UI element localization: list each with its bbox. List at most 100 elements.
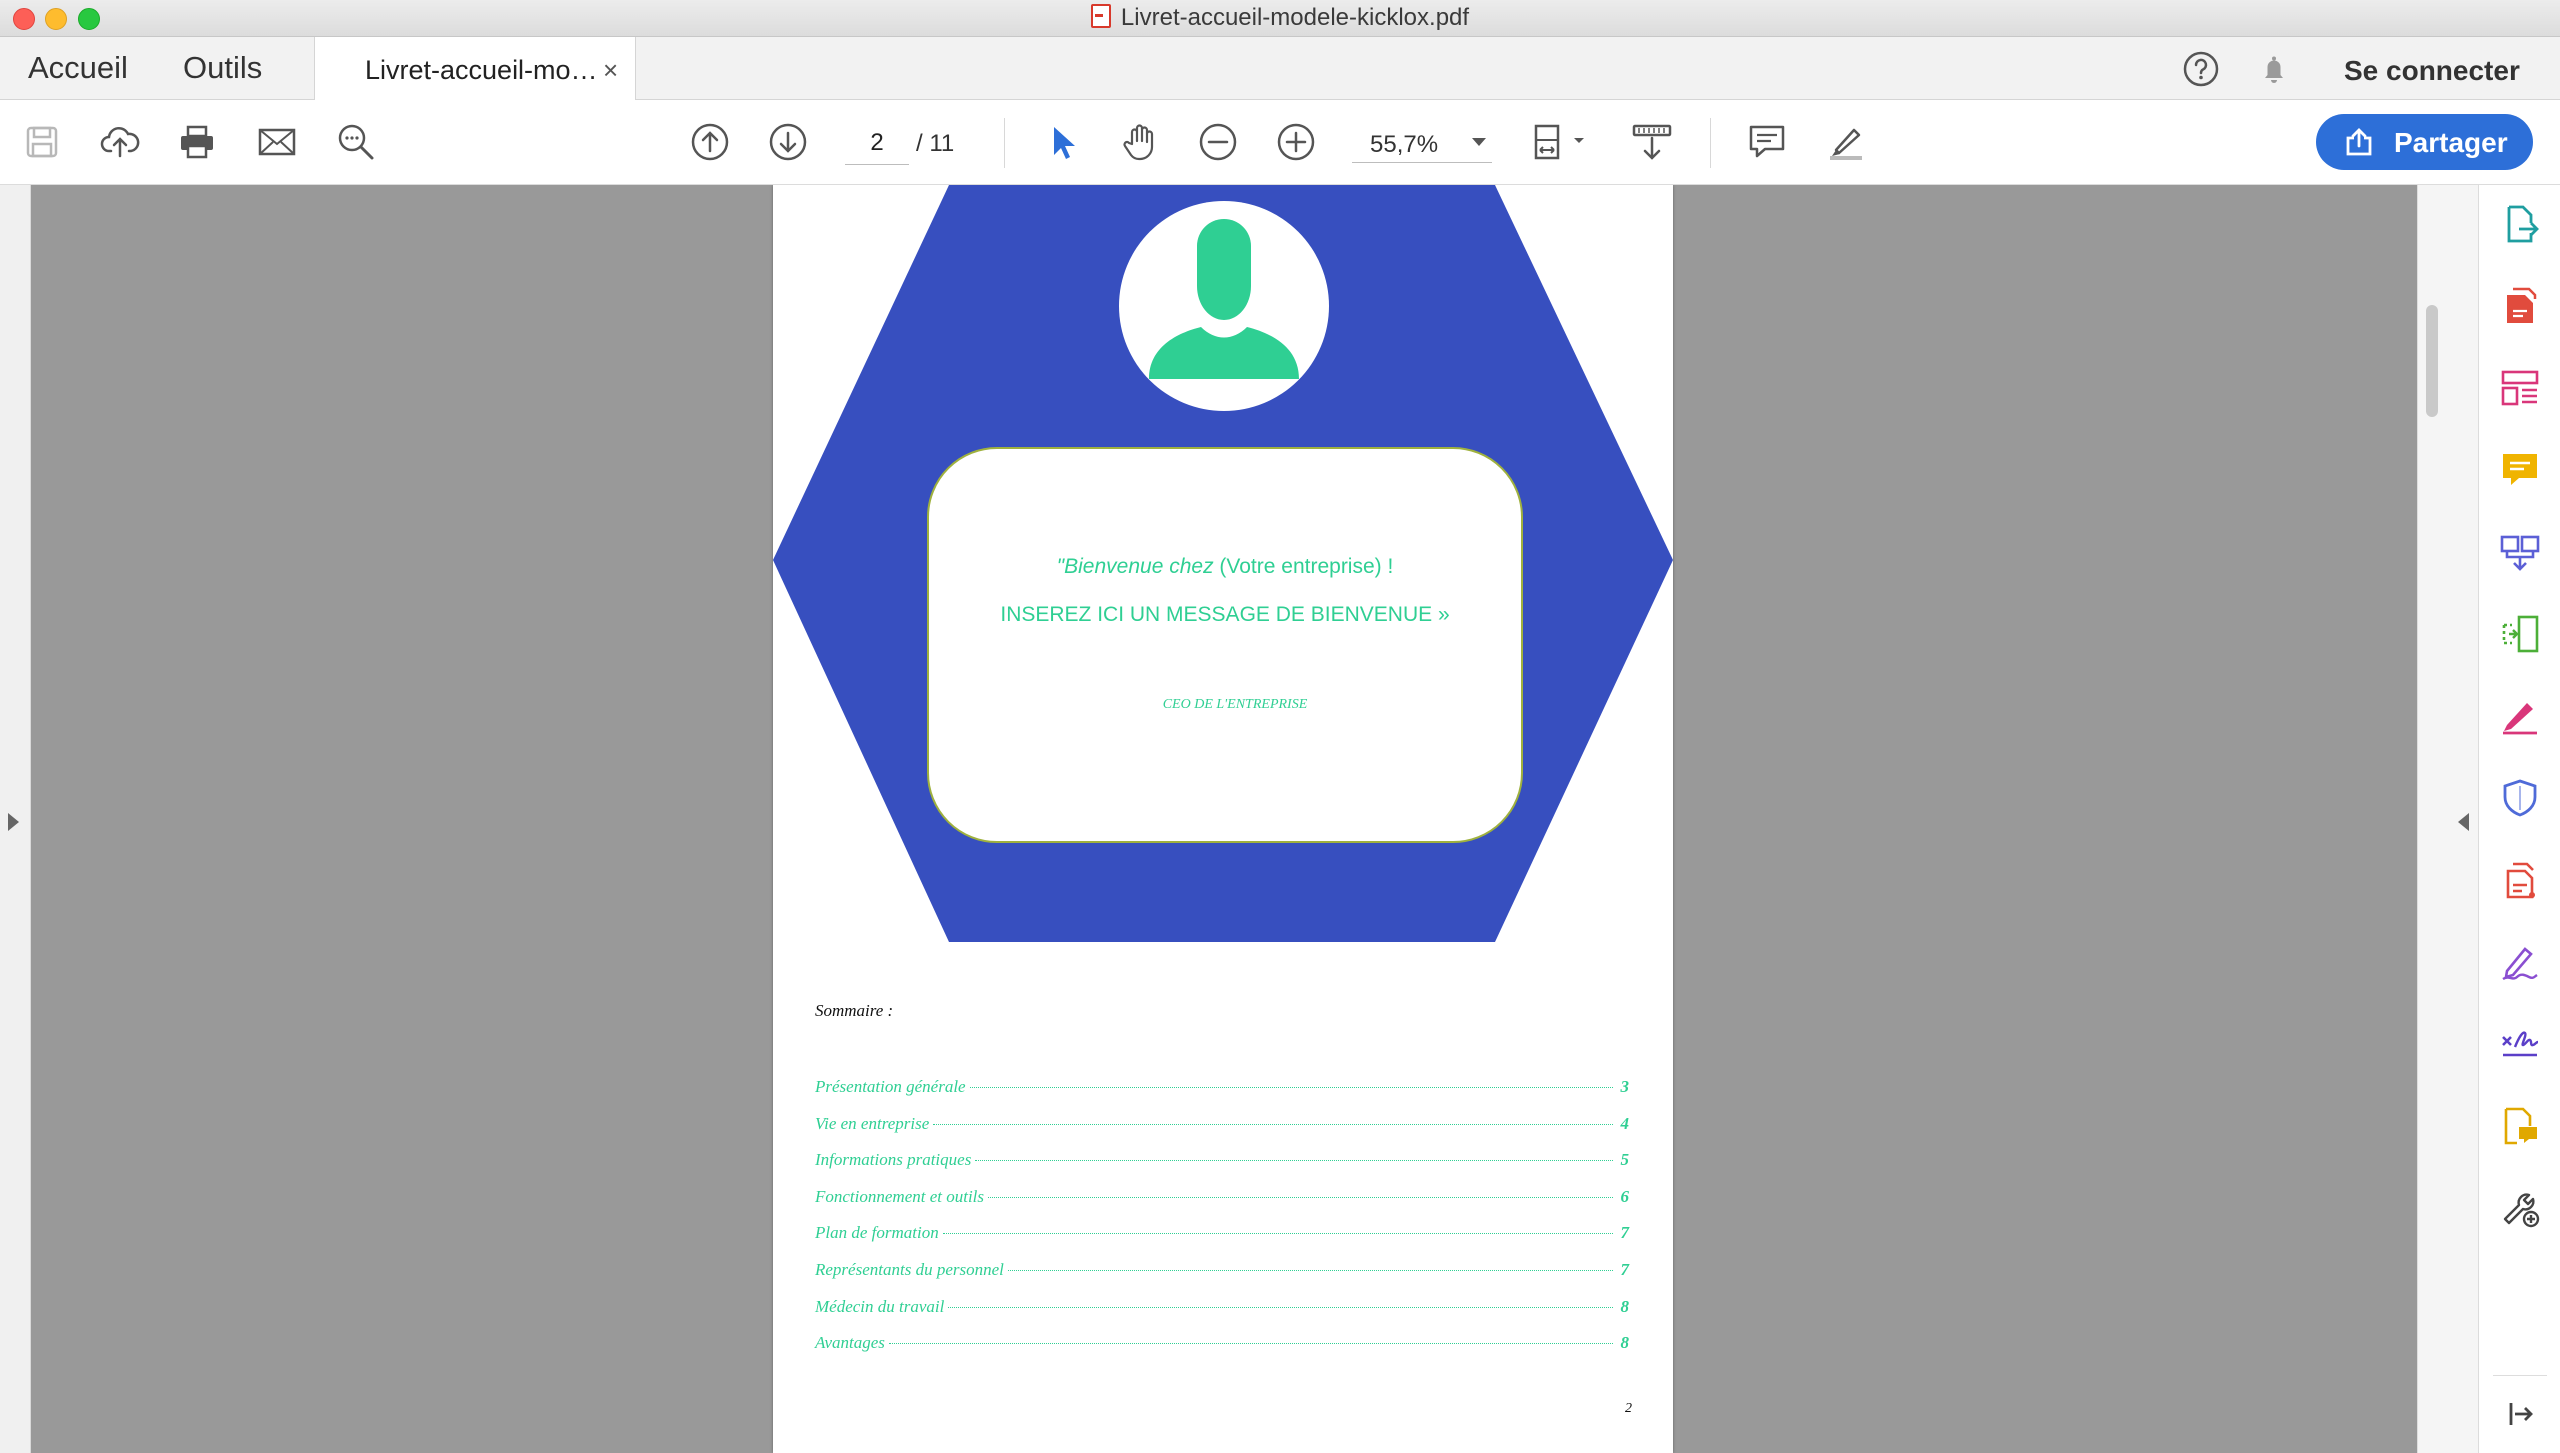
welcome-line1: "Bienvenue chez (Votre entreprise) ! xyxy=(929,555,1521,579)
fit-page-button[interactable] xyxy=(1530,120,1590,164)
toc-entry-label: Représentants du personnel xyxy=(815,1259,1004,1279)
zoom-out-icon xyxy=(1199,123,1237,161)
export-pdf-icon[interactable] xyxy=(2499,203,2541,245)
right-panel-toggle[interactable] xyxy=(2446,185,2478,1453)
more-tools-icon[interactable] xyxy=(2499,1187,2541,1229)
toc-entry-page: 4 xyxy=(1620,1113,1630,1133)
share-icon xyxy=(2346,128,2372,156)
pdf-file-icon xyxy=(1090,4,1111,28)
welcome-message: INSEREZ ICI UN MESSAGE DE BIENVENUE » xyxy=(1000,603,1450,626)
toc-entry[interactable]: Vie en entreprise 4 xyxy=(815,1114,1629,1151)
save-button[interactable] xyxy=(20,120,64,164)
toolbar-separator xyxy=(1004,118,1005,168)
toc-leader xyxy=(975,1160,1613,1162)
create-pdf-icon[interactable] xyxy=(2499,285,2541,327)
tab-document-label: Livret-accueil-mo… xyxy=(365,55,598,85)
toc-entry-page: 5 xyxy=(1620,1150,1630,1170)
help-icon[interactable] xyxy=(2182,50,2220,88)
toc-entry[interactable]: Informations pratiques 5 xyxy=(815,1150,1629,1187)
expand-left-panel-icon xyxy=(8,813,19,831)
send-for-comments-icon[interactable] xyxy=(2499,1105,2541,1147)
toc-leader xyxy=(969,1087,1613,1088)
hand-icon xyxy=(1123,124,1154,161)
zoom-in-button[interactable] xyxy=(1274,120,1318,164)
pdf-edit-icon[interactable] xyxy=(2499,859,2541,901)
zoom-in-icon xyxy=(1277,123,1315,161)
welcome-greeting: "Bienvenue chez xyxy=(1056,555,1214,578)
close-tab-button[interactable]: × xyxy=(603,37,618,103)
highlight-pen-icon xyxy=(1830,128,1862,160)
toc-leader xyxy=(988,1196,1613,1198)
toc-entry[interactable]: Avantages 8 xyxy=(815,1333,1629,1370)
zoom-select[interactable]: 55,7% xyxy=(1352,122,1492,163)
window-title: Livret-accueil-modele-kicklox.pdf xyxy=(0,0,2560,36)
combine-files-icon[interactable] xyxy=(2499,531,2541,573)
toc-entry[interactable]: Présentation générale 3 xyxy=(815,1077,1629,1114)
search-button[interactable] xyxy=(334,120,378,164)
comment-icon xyxy=(1749,125,1785,158)
tab-tools[interactable]: Outils xyxy=(183,37,262,99)
tab-home[interactable]: Accueil xyxy=(28,37,128,99)
toc-entry-page: 7 xyxy=(1620,1223,1630,1243)
toc-entry-label: Médecin du travail xyxy=(815,1296,945,1316)
fit-page-icon xyxy=(1534,124,1584,160)
share-label: Partager xyxy=(2394,127,2508,158)
toc-entry-page: 6 xyxy=(1620,1186,1630,1206)
toc-entry[interactable]: Médecin du travail 8 xyxy=(815,1297,1629,1334)
toc-leader xyxy=(888,1343,1613,1345)
pdf-page: "Bienvenue chez (Votre entreprise) ! INS… xyxy=(773,185,1673,1453)
toc-entry[interactable]: Plan de formation 7 xyxy=(815,1223,1629,1260)
scroll-mode-icon xyxy=(1632,124,1672,160)
fill-sign-icon[interactable] xyxy=(2499,695,2541,737)
sign-icon[interactable] xyxy=(2499,941,2541,983)
compress-pdf-icon[interactable] xyxy=(2499,613,2541,655)
toc-entry-label: Fonctionnement et outils xyxy=(815,1186,985,1206)
toc-leader xyxy=(1007,1269,1613,1271)
next-page-button[interactable] xyxy=(766,120,810,164)
sign-in-link[interactable]: Se connecter xyxy=(2344,37,2520,105)
tools-rail xyxy=(2478,185,2560,1453)
left-panel-toggle[interactable] xyxy=(0,185,31,1453)
tab-bar: Accueil Outils Livret-accueil-mo… × Se c… xyxy=(0,37,2560,100)
collapse-panel-icon[interactable] xyxy=(2499,1393,2541,1435)
select-tool-button[interactable] xyxy=(1040,120,1084,164)
toc-leader xyxy=(942,1233,1613,1235)
toc-entry[interactable]: Représentants du personnel 7 xyxy=(815,1260,1629,1297)
bell-icon[interactable] xyxy=(2255,50,2293,88)
share-button[interactable]: Partager xyxy=(2316,114,2533,170)
scroll-mode-button[interactable] xyxy=(1630,120,1674,164)
print-button[interactable] xyxy=(175,120,219,164)
toc-entry-label: Vie en entreprise xyxy=(815,1113,930,1133)
toc-entry-label: Présentation générale xyxy=(815,1077,966,1096)
page-up-icon xyxy=(691,123,729,161)
save-icon xyxy=(26,126,58,158)
welcome-signature: CEO DE L'ENTREPRISE xyxy=(1162,697,1308,712)
comment-tool-icon[interactable] xyxy=(2499,449,2541,491)
vertical-scrollbar[interactable] xyxy=(2417,185,2446,1453)
tab-document[interactable]: Livret-accueil-mo… × xyxy=(314,37,636,100)
select-arrow-icon xyxy=(1054,127,1075,159)
protect-icon[interactable] xyxy=(2499,777,2541,819)
document-canvas[interactable]: "Bienvenue chez (Votre entreprise) ! INS… xyxy=(31,185,2417,1453)
search-icon xyxy=(338,124,374,160)
toc-entry-page: 8 xyxy=(1620,1296,1630,1316)
highlight-button[interactable] xyxy=(1824,120,1868,164)
toolbar-separator xyxy=(1710,118,1711,168)
signature-request-icon[interactable] xyxy=(2499,1023,2541,1065)
window-titlebar: Livret-accueil-modele-kicklox.pdf xyxy=(0,0,2560,37)
page-total: / 11 xyxy=(916,130,955,157)
page-number-input[interactable] xyxy=(845,122,909,165)
cloud-upload-icon xyxy=(100,127,140,158)
toc-leader xyxy=(948,1306,1613,1308)
comment-button[interactable] xyxy=(1745,120,1789,164)
email-button[interactable] xyxy=(255,120,299,164)
toc-entry[interactable]: Fonctionnement et outils 6 xyxy=(815,1187,1629,1224)
mail-icon xyxy=(258,128,296,156)
hand-tool-button[interactable] xyxy=(1118,120,1162,164)
cloud-upload-button[interactable] xyxy=(98,120,142,164)
toc-entry-label: Informations pratiques xyxy=(815,1150,972,1170)
scrollbar-thumb[interactable] xyxy=(2426,305,2438,417)
zoom-out-button[interactable] xyxy=(1196,120,1240,164)
organize-pages-icon[interactable] xyxy=(2499,367,2541,409)
previous-page-button[interactable] xyxy=(688,120,732,164)
